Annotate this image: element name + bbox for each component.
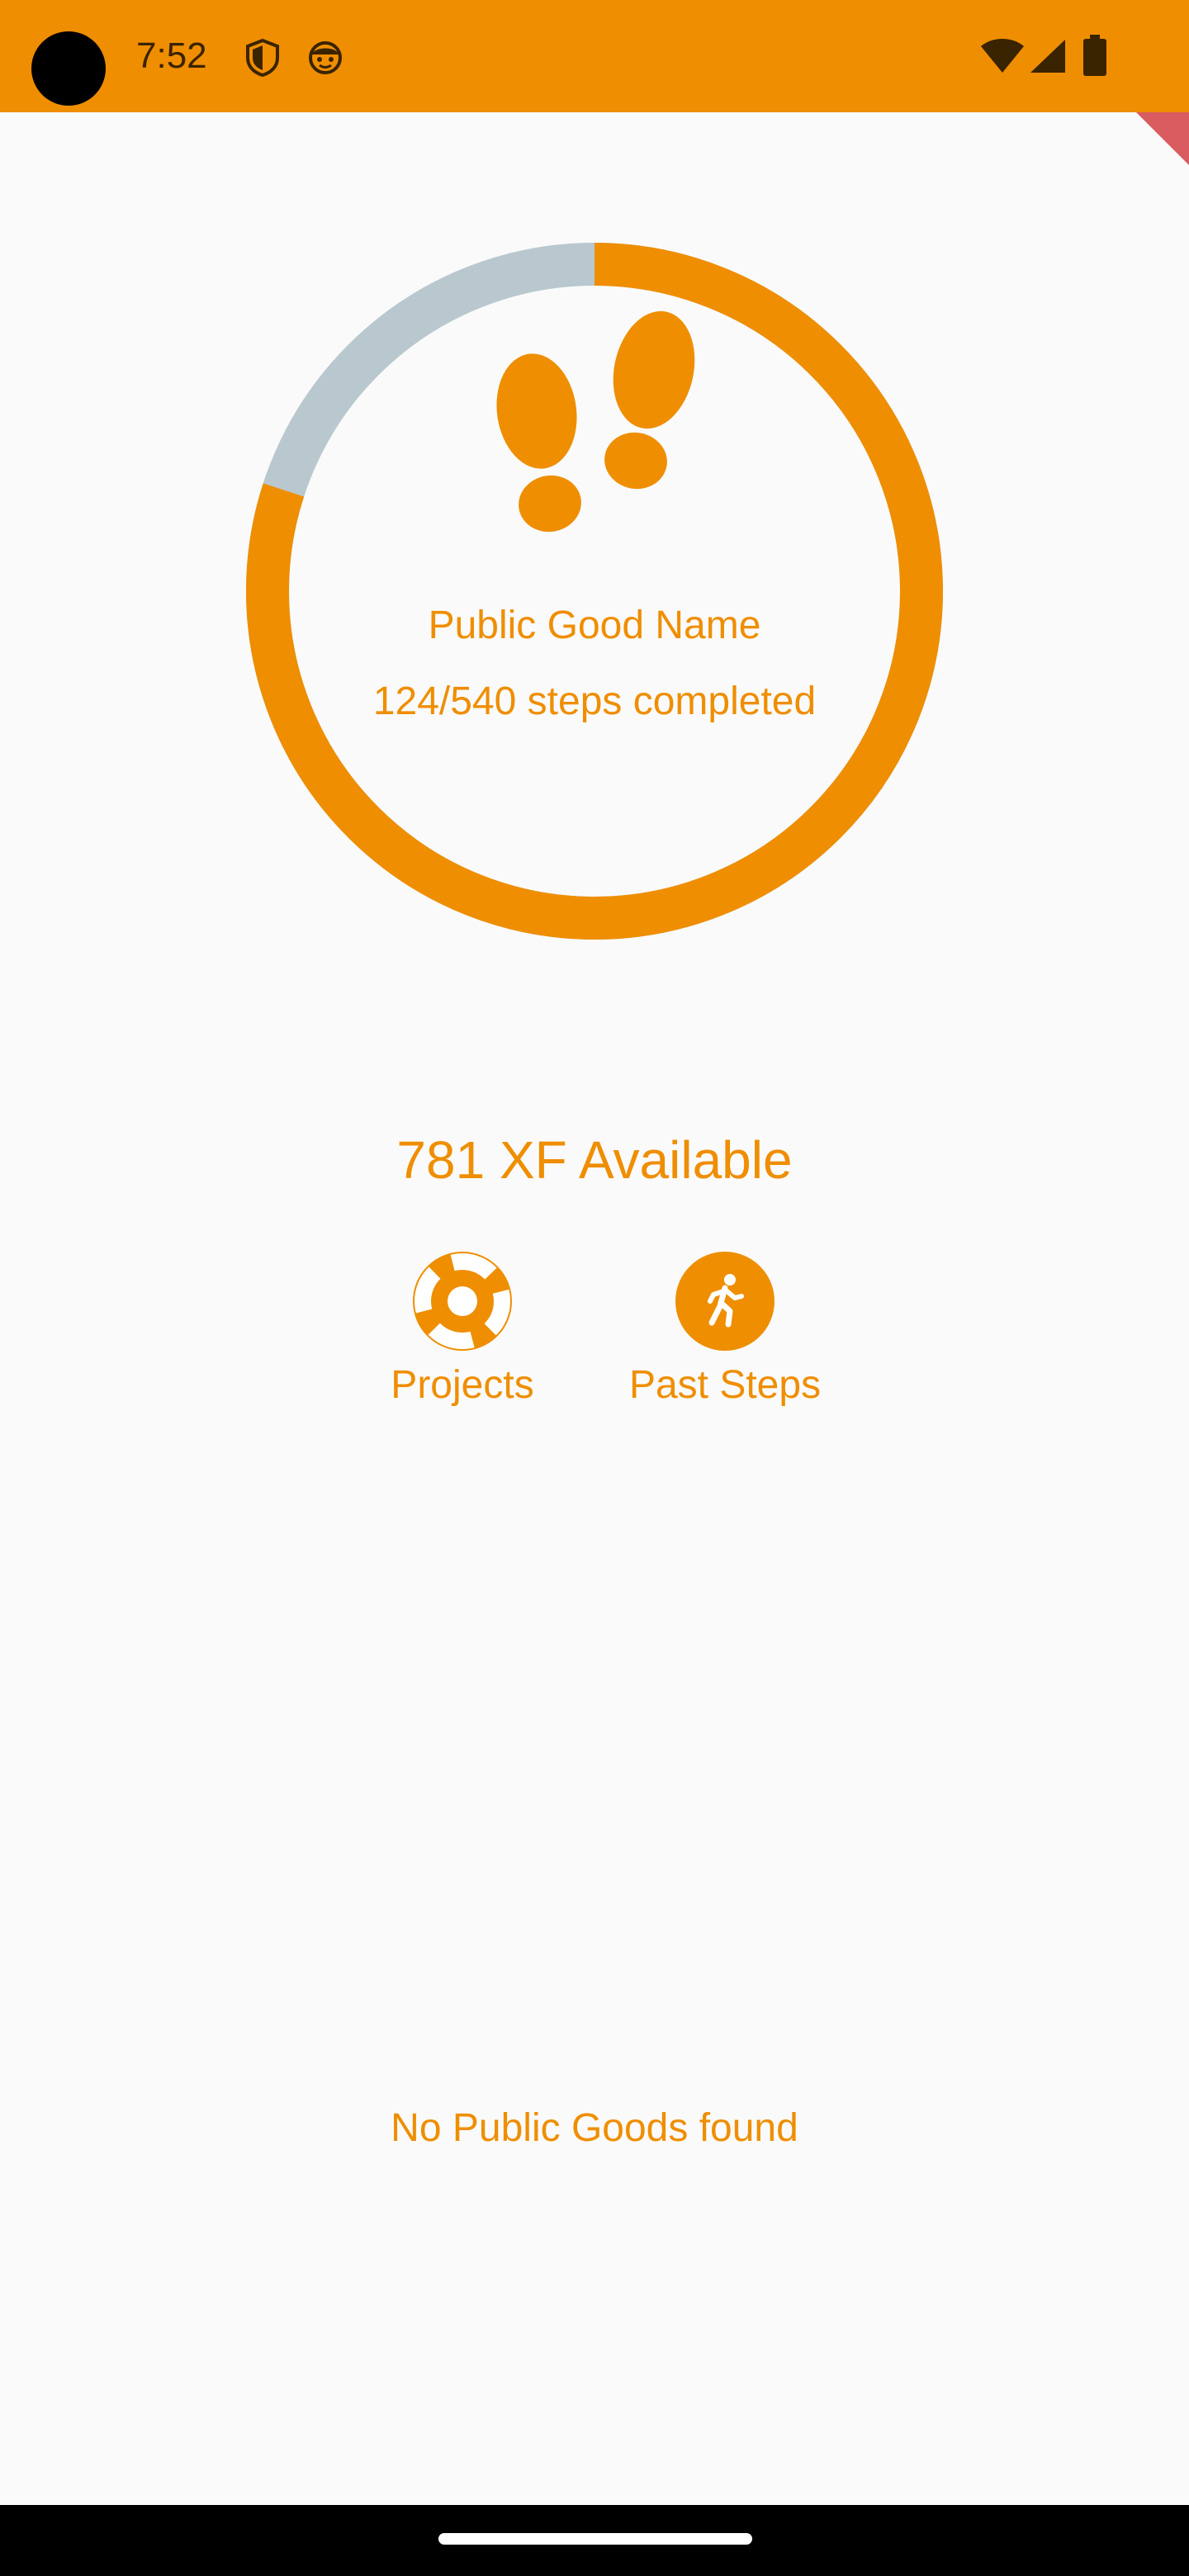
battery-icon bbox=[1083, 35, 1106, 76]
xf-balance: 781 XF Available bbox=[396, 1130, 793, 1190]
status-time: 7:52 bbox=[136, 36, 207, 76]
wifi-icon bbox=[981, 39, 1024, 73]
projects-button-circle[interactable] bbox=[413, 1252, 512, 1351]
public-good-name: Public Good Name bbox=[428, 604, 761, 647]
lifebuoy-icon bbox=[414, 1253, 510, 1349]
projects-label[interactable]: Projects bbox=[380, 1362, 545, 1408]
status-bar: 7:52 bbox=[0, 0, 1189, 112]
shield-icon bbox=[246, 38, 279, 78]
past-steps-button[interactable]: Past Steps bbox=[618, 1252, 832, 1408]
camera-cutout bbox=[31, 31, 106, 106]
debug-banner bbox=[1136, 112, 1189, 165]
cellular-signal-icon bbox=[1030, 40, 1065, 73]
face-icon bbox=[309, 41, 342, 74]
home-gesture-handle[interactable] bbox=[438, 2533, 752, 2545]
projects-button[interactable]: Projects bbox=[380, 1252, 545, 1408]
steps-completed-text: 124/540 steps completed bbox=[372, 680, 817, 723]
past-steps-label[interactable]: Past Steps bbox=[618, 1362, 832, 1408]
footprints-icon bbox=[496, 310, 695, 533]
running-person-icon bbox=[708, 1274, 744, 1328]
past-steps-button-circle[interactable] bbox=[675, 1252, 775, 1351]
empty-state-message: No Public Goods found bbox=[391, 2106, 798, 2150]
